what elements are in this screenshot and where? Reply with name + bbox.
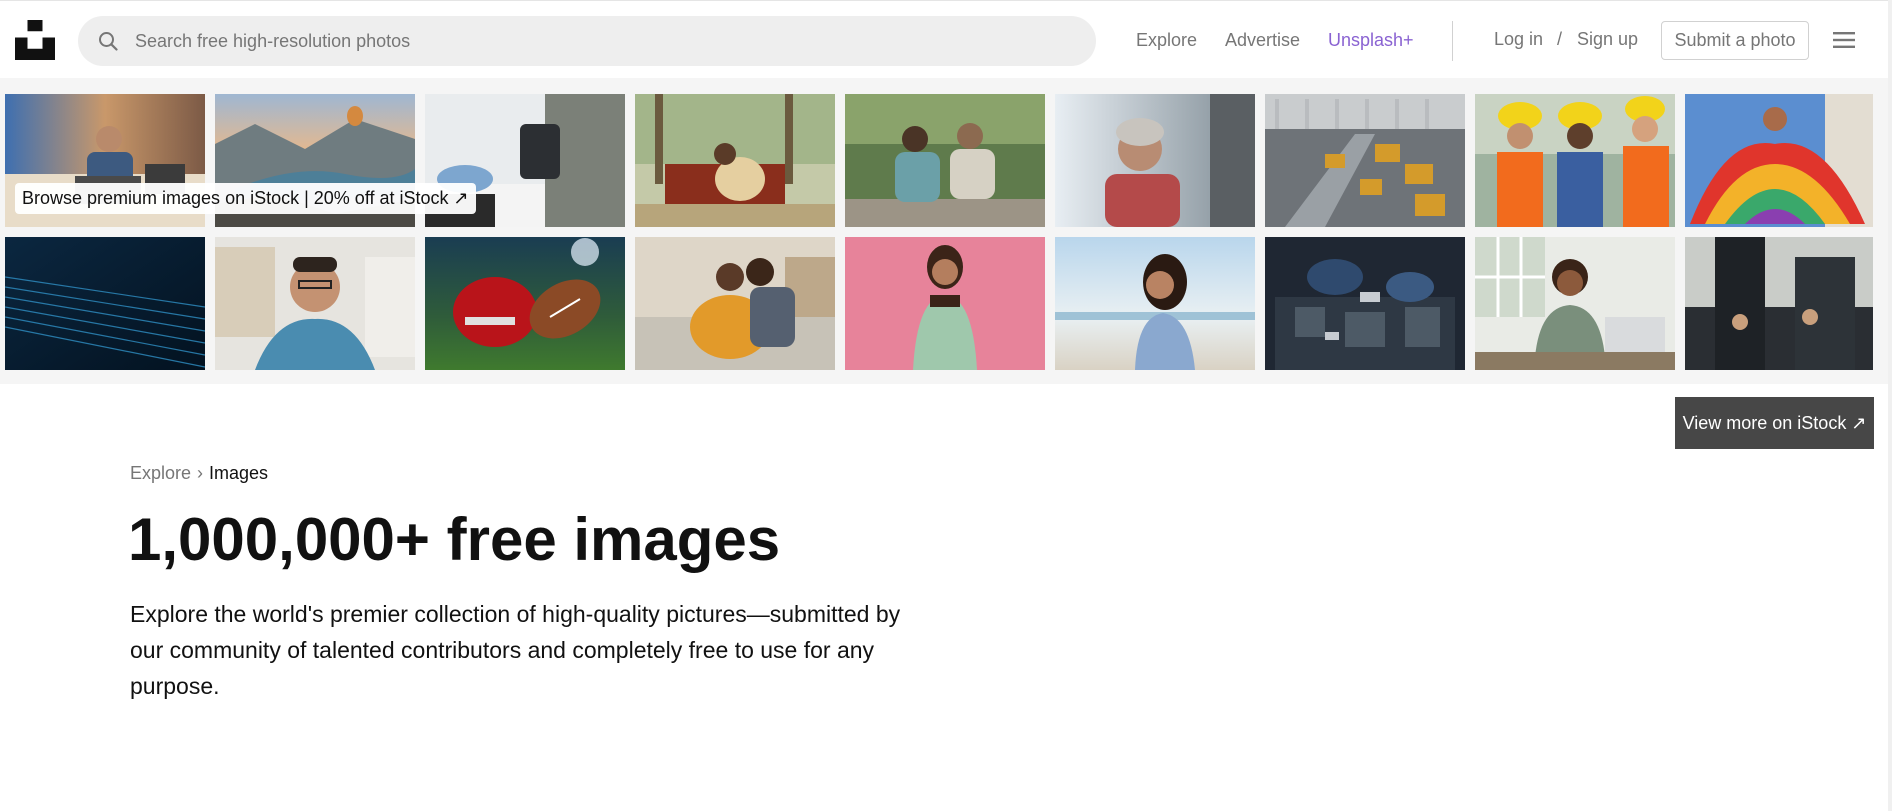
page-description: Explore the world's premier collection o… (130, 601, 901, 699)
login-link[interactable]: Log in (1494, 28, 1543, 50)
hamburger-menu-icon[interactable] (1832, 29, 1856, 51)
nav-divider (1452, 21, 1453, 61)
page-scrollbar[interactable] (1888, 0, 1892, 811)
breadcrumb-separator: › (197, 463, 204, 483)
istock-photo-tile[interactable] (1475, 94, 1675, 227)
istock-photo-tile[interactable] (845, 94, 1045, 227)
top-navbar: Explore Advertise Unsplash+ Log in / Sig… (0, 0, 1892, 78)
search-bar (78, 16, 1096, 66)
istock-photo-tile[interactable] (1265, 237, 1465, 370)
search-input[interactable] (133, 16, 1073, 66)
nav-advertise-link[interactable]: Advertise (1225, 29, 1300, 51)
istock-photo-tile[interactable] (635, 94, 835, 227)
unsplash-logo-icon[interactable] (15, 20, 55, 60)
istock-photo-tile[interactable] (635, 237, 835, 370)
istock-photo-tile[interactable] (215, 237, 415, 370)
istock-photo-tile[interactable] (1475, 237, 1675, 370)
nav-explore-link[interactable]: Explore (1136, 29, 1197, 51)
breadcrumb-explore-link[interactable]: Explore (130, 463, 191, 483)
breadcrumb: Explore › Images (130, 463, 268, 484)
nav-unsplash-plus-link[interactable]: Unsplash+ (1328, 29, 1414, 51)
view-more-istock-button[interactable]: View more on iStock ↗ (1675, 397, 1874, 449)
istock-photo-tile[interactable] (5, 237, 205, 370)
page-title: 1,000,000+ free images (128, 506, 781, 573)
istock-photo-tile[interactable] (1685, 94, 1873, 227)
istock-photo-tile[interactable] (425, 237, 625, 370)
istock-photo-tile[interactable] (845, 237, 1045, 370)
istock-photo-tile[interactable] (1055, 237, 1255, 370)
istock-banner: Browse premium images on iStock | 20% of… (0, 78, 1892, 449)
signup-link[interactable]: Sign up (1577, 28, 1638, 50)
istock-promo-label[interactable]: Browse premium images on iStock | 20% of… (15, 183, 476, 214)
istock-photo-tile[interactable] (1685, 237, 1873, 370)
search-icon[interactable] (98, 31, 118, 51)
istock-photo-tile[interactable] (1265, 94, 1465, 227)
auth-separator: / (1557, 29, 1563, 49)
submit-photo-button[interactable]: Submit a photo (1661, 21, 1809, 60)
istock-photo-tile[interactable] (1055, 94, 1255, 227)
breadcrumb-current: Images (209, 463, 269, 483)
